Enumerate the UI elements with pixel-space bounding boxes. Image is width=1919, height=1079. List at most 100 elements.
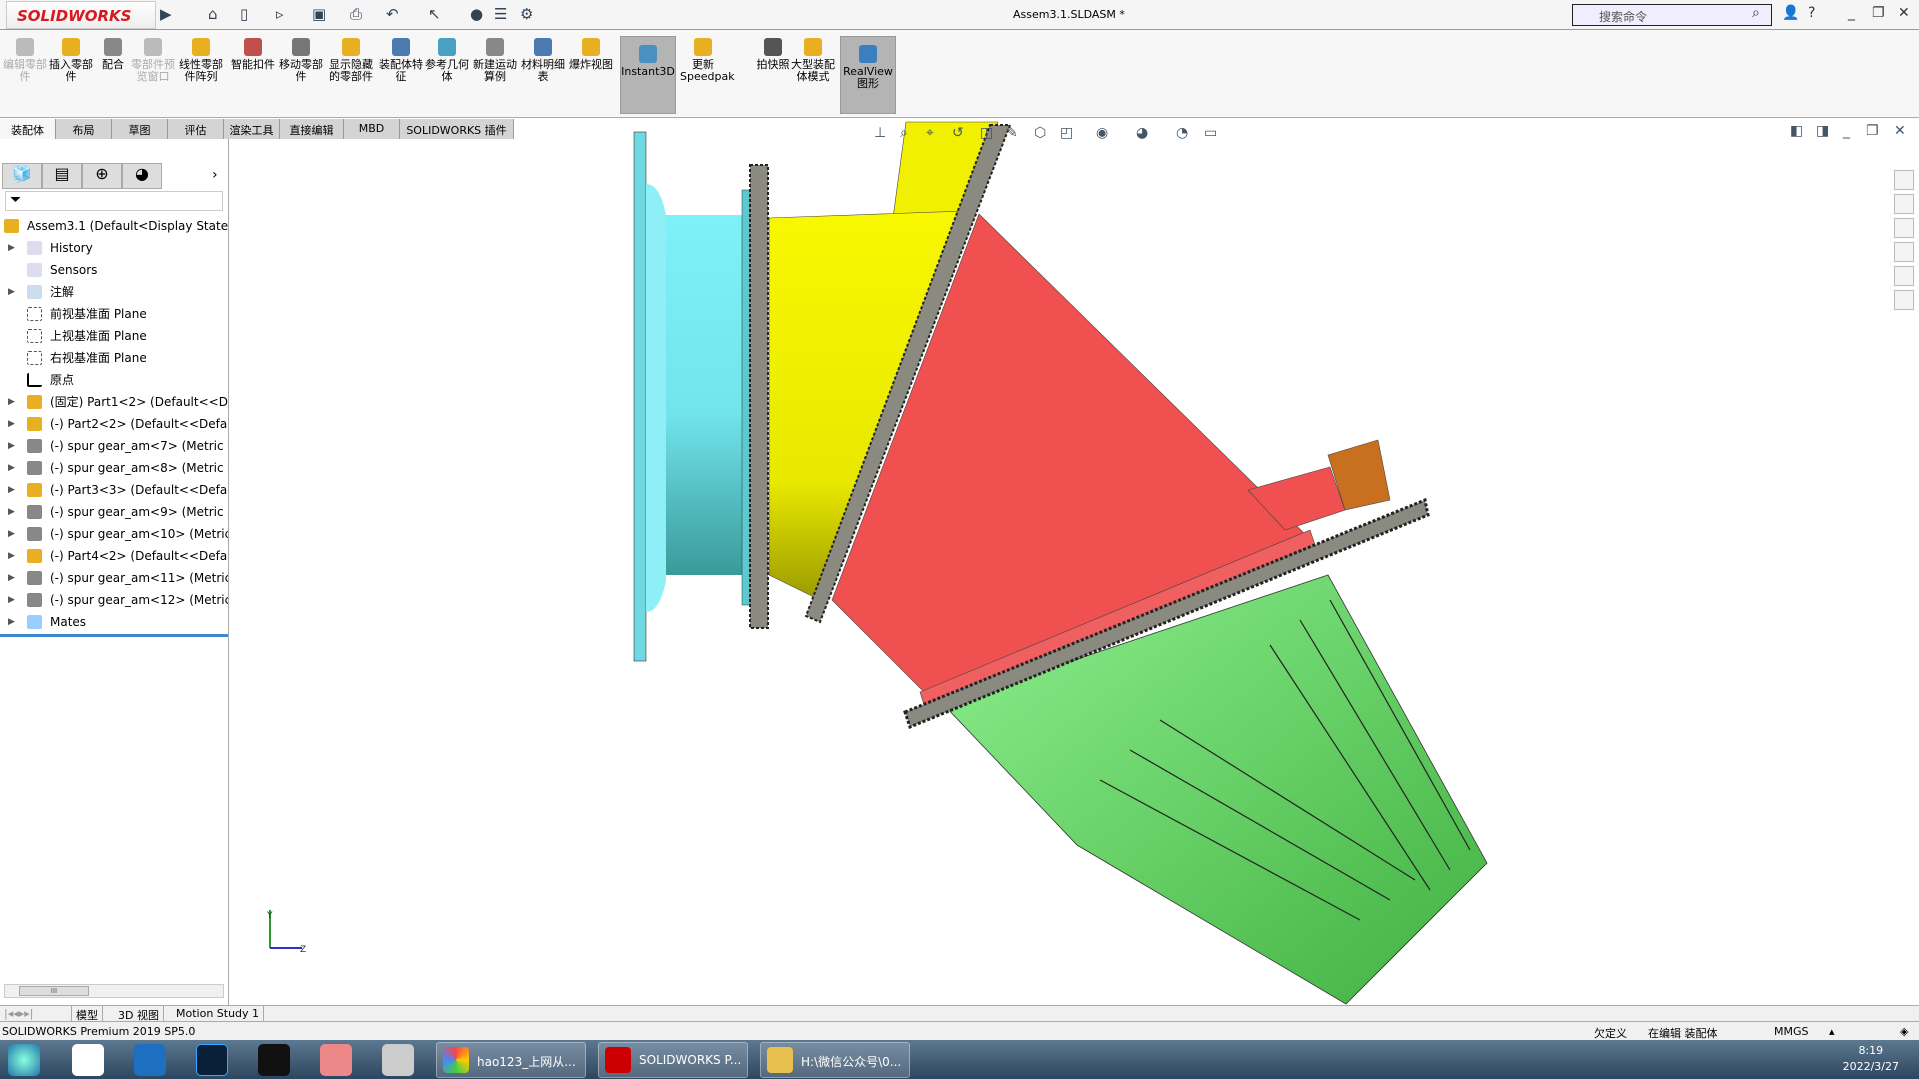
- expand-arrow-icon[interactable]: ▶: [8, 589, 15, 611]
- tree-item[interactable]: ▶ (-) spur gear_am<9> (Metric -: [0, 501, 228, 523]
- expand-arrow-icon[interactable]: ▶: [8, 501, 15, 523]
- tile-left-icon[interactable]: ◧: [1790, 123, 1803, 139]
- solidworks-resources-icon[interactable]: [1894, 170, 1914, 190]
- display-style-icon[interactable]: ◰: [1060, 125, 1073, 141]
- expand-arrow-icon[interactable]: ▶: [8, 545, 15, 567]
- expand-arrow-icon[interactable]: ▶: [8, 435, 15, 457]
- solidworks-logo[interactable]: SOLIDWORKS: [6, 1, 156, 29]
- tab-model[interactable]: 模型: [72, 1006, 103, 1022]
- tab-scroll-arrows[interactable]: |◂◂▸▸|: [0, 1006, 72, 1022]
- expand-arrow-icon[interactable]: ▶: [8, 567, 15, 589]
- ribbon-button-14[interactable]: 更新Speedpak: [680, 38, 735, 83]
- view-palette-icon[interactable]: [1894, 242, 1914, 262]
- tree-item[interactable]: ▶ (-) spur gear_am<10> (Metric: [0, 523, 228, 545]
- tree-item[interactable]: 上视基准面 Plane: [0, 325, 228, 347]
- tab-3[interactable]: 评估: [168, 119, 224, 139]
- expand-arrow-icon[interactable]: ▶: [8, 281, 15, 303]
- tab-2[interactable]: 草图: [112, 119, 168, 139]
- photoshop-icon[interactable]: [196, 1044, 228, 1076]
- ribbon-button-16[interactable]: 大型装配体模式: [790, 38, 836, 83]
- tree-item[interactable]: ▶ (-) Part4<2> (Default<<Default: [0, 545, 228, 567]
- ribbon-button-10[interactable]: 新建运动算例: [472, 38, 518, 83]
- tree-item[interactable]: ▶ (-) spur gear_am<12> (Metric: [0, 589, 228, 611]
- expand-arrow-icon[interactable]: ▶: [8, 457, 15, 479]
- display-manager-tab[interactable]: ◕: [122, 163, 162, 189]
- taskbar-app-1[interactable]: SOLIDWORKS P...: [598, 1042, 748, 1078]
- tree-item[interactable]: 右视基准面 Plane: [0, 347, 228, 369]
- rollback-bar[interactable]: [0, 634, 228, 637]
- cyan-part[interactable]: [633, 131, 751, 662]
- restore-icon[interactable]: ❐: [1872, 5, 1885, 21]
- expand-arrow-icon[interactable]: ▶: [8, 611, 15, 633]
- undo-icon[interactable]: ↶: [386, 5, 399, 23]
- property-manager-tab[interactable]: ▤: [42, 163, 82, 189]
- expand-arrow-icon[interactable]: ▶: [8, 523, 15, 545]
- new-icon[interactable]: ▯: [240, 5, 248, 23]
- expand-menu-icon[interactable]: ▶: [160, 5, 172, 23]
- spur-gear-1[interactable]: [749, 164, 769, 629]
- zoom-to-fit-icon[interactable]: ⌕: [900, 125, 908, 141]
- custom-properties-icon[interactable]: [1894, 290, 1914, 310]
- appearances-icon[interactable]: [1894, 266, 1914, 286]
- ribbon-button-3[interactable]: 零部件预览窗口: [130, 38, 176, 83]
- ribbon-button-5[interactable]: 智能扣件: [230, 38, 276, 71]
- tree-item[interactable]: 前视基准面 Plane: [0, 303, 228, 325]
- tile-right-icon[interactable]: ◨: [1816, 123, 1829, 139]
- ribbon-button-12[interactable]: 爆炸视图: [568, 38, 614, 71]
- ribbon-button-17[interactable]: RealView图形: [840, 36, 896, 114]
- tree-item[interactable]: ▶ Mates: [0, 611, 228, 633]
- view-orientation-icon[interactable]: ⊥: [874, 125, 886, 141]
- ribbon-button-1[interactable]: 插入零部件: [48, 38, 94, 83]
- tree-item[interactable]: Sensors: [0, 259, 228, 281]
- open-icon[interactable]: ▹: [276, 5, 284, 23]
- view-cube-icon[interactable]: ⬡: [1034, 125, 1046, 141]
- tab-3d-views[interactable]: 3D 视图: [114, 1006, 164, 1022]
- ribbon-button-0[interactable]: 编辑零部件: [2, 38, 48, 83]
- configuration-manager-tab[interactable]: ⊕: [82, 163, 122, 189]
- graphics-viewport[interactable]: YZ: [230, 117, 1919, 1005]
- search-icon[interactable]: ⌕: [1752, 5, 1760, 21]
- select-icon[interactable]: ↖: [428, 5, 441, 23]
- viewport-restore-icon[interactable]: ❐: [1866, 123, 1879, 139]
- tree-item[interactable]: ▶ (-) Part2<2> (Default<<Default: [0, 413, 228, 435]
- save-icon[interactable]: ▣: [312, 5, 326, 23]
- browser-icon[interactable]: [134, 1044, 166, 1076]
- chevron-right-icon[interactable]: ›: [212, 167, 218, 183]
- minimize-icon[interactable]: _: [1848, 5, 1855, 21]
- tree-item[interactable]: ▶ History: [0, 237, 228, 259]
- edit-appearance-icon[interactable]: ◕: [1136, 125, 1148, 141]
- tree-item[interactable]: ▶ (-) spur gear_am<11> (Metric: [0, 567, 228, 589]
- filter-icon[interactable]: ⏷: [5, 191, 223, 211]
- ribbon-button-6[interactable]: 移动零部件: [278, 38, 324, 83]
- expand-arrow-icon[interactable]: ▶: [8, 237, 15, 259]
- viewport-close-icon[interactable]: ✕: [1894, 123, 1906, 139]
- snipping-tool-icon[interactable]: [382, 1044, 414, 1076]
- app-icon[interactable]: [320, 1044, 352, 1076]
- section-view-icon[interactable]: ◫: [980, 125, 993, 141]
- tree-item[interactable]: ▶ 注解: [0, 281, 228, 303]
- ribbon-button-7[interactable]: 显示隐藏的零部件: [328, 38, 374, 83]
- ribbon-button-4[interactable]: 线性零部件阵列: [178, 38, 224, 83]
- user-icon[interactable]: 👤: [1782, 5, 1799, 21]
- feature-manager-tab[interactable]: 🧊: [2, 163, 42, 189]
- help-icon[interactable]: ?: [1808, 5, 1815, 21]
- taskbar-app-0[interactable]: hao123_上网从...: [436, 1042, 586, 1078]
- taskbar-app-2[interactable]: H:\微信公众号\0...: [760, 1042, 910, 1078]
- tooltip-icon[interactable]: ◈: [1900, 1025, 1908, 1038]
- scroll-thumb[interactable]: III: [19, 986, 89, 996]
- unit-system[interactable]: MMGS: [1774, 1025, 1809, 1038]
- baidu-netdisk-icon[interactable]: [72, 1044, 104, 1076]
- dynamic-annotation-icon[interactable]: ✎: [1006, 125, 1018, 141]
- clock[interactable]: 8:19 2022/3/27: [1843, 1043, 1899, 1075]
- ribbon-button-8[interactable]: 装配体特征: [378, 38, 424, 83]
- file-explorer-icon[interactable]: [1894, 218, 1914, 238]
- print-icon[interactable]: ⎙: [350, 5, 362, 23]
- ribbon-button-11[interactable]: 材料明细表: [520, 38, 566, 83]
- tab-1[interactable]: 布局: [56, 119, 112, 139]
- tree-item[interactable]: ▶ (-) spur gear_am<8> (Metric -: [0, 457, 228, 479]
- options-icon[interactable]: ⚙: [520, 5, 533, 23]
- viewport-minimize-icon[interactable]: _: [1843, 123, 1850, 139]
- tab-0[interactable]: 装配体: [0, 119, 56, 139]
- tree-root[interactable]: Assem3.1 (Default<Display State-1: [0, 215, 228, 237]
- expand-arrow-icon[interactable]: ▶: [8, 479, 15, 501]
